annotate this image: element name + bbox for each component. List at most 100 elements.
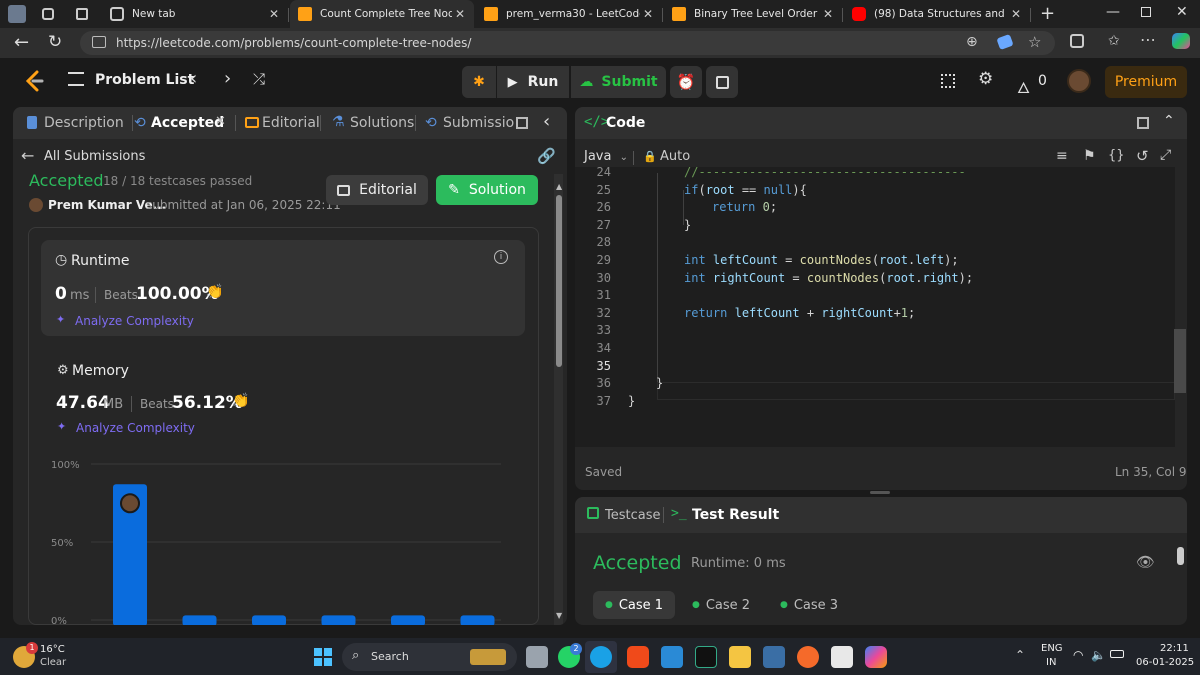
close-icon[interactable]: ✕ [640, 7, 656, 21]
timer-button[interactable]: ⏰ [670, 66, 702, 98]
favorites-icon[interactable]: ✩ [1108, 33, 1120, 49]
workspaces-icon[interactable] [42, 8, 54, 20]
close-icon[interactable]: ✕ [452, 7, 468, 21]
code-line[interactable]: 24 //------------------------------------… [575, 163, 1175, 181]
chart-bar[interactable] [460, 615, 495, 625]
url-field[interactable]: https://leetcode.com/problems/count-comp… [80, 31, 1055, 55]
minimize-icon[interactable]: — [1106, 4, 1120, 20]
task-view-icon[interactable] [526, 646, 548, 668]
code-line[interactable]: 33 [575, 321, 1175, 339]
refresh-icon[interactable]: ↻ [48, 32, 62, 52]
share-link-icon[interactable]: 🔗 [537, 147, 556, 165]
tray-chevron-icon[interactable]: ⌃ [1015, 648, 1025, 662]
language-indicator[interactable]: ENG [1041, 643, 1063, 654]
remote-desktop-icon[interactable] [763, 646, 785, 668]
premium-button[interactable]: Premium [1105, 66, 1187, 98]
code-line[interactable]: 34 [575, 339, 1175, 357]
maximize-icon[interactable] [516, 117, 528, 129]
collapse-icon[interactable]: ‹ [543, 111, 550, 132]
prev-problem-icon[interactable]: ‹ [190, 68, 197, 89]
copilot-icon[interactable] [1172, 33, 1190, 49]
submit-button[interactable]: ☁ Submit [571, 66, 666, 98]
all-submissions-link[interactable]: All Submissions [44, 149, 145, 164]
wifi-icon[interactable]: ◠ [1073, 648, 1083, 662]
new-tab-plus-icon[interactable]: + [1040, 3, 1055, 24]
info-icon[interactable]: i [494, 250, 508, 264]
debug-button[interactable]: ✱ [462, 66, 496, 98]
back-icon[interactable]: ← [14, 32, 29, 53]
close-icon[interactable]: ✕ [1008, 7, 1024, 21]
tab-actions-icon[interactable] [76, 8, 88, 20]
tab-test-result[interactable]: Test Result [692, 507, 779, 523]
next-problem-icon[interactable]: › [224, 68, 231, 89]
case-3-button[interactable]: ● Case 3 [773, 591, 845, 619]
streak-flame-icon[interactable]: 🜂 [1017, 71, 1030, 102]
code-line[interactable]: 37} [575, 392, 1175, 410]
code-line[interactable]: 32 return leftCount + rightCount+1; [575, 304, 1175, 322]
left-scrollbar-thumb[interactable] [556, 195, 562, 367]
windows-start-icon[interactable] [314, 648, 332, 666]
edge-icon[interactable] [590, 646, 612, 668]
editorial-button[interactable]: Editorial [326, 175, 428, 205]
code-line[interactable]: 29 int leftCount = countNodes(root.left); [575, 251, 1175, 269]
code-line[interactable]: 35 [575, 357, 1175, 375]
close-icon[interactable]: ✕ [820, 7, 836, 21]
copilot-app-icon[interactable] [865, 646, 887, 668]
tab-binary-tree-level-order[interactable]: Binary Tree Level Order Traversal ✕ [664, 0, 842, 28]
brave-icon[interactable] [627, 646, 649, 668]
auto-mode-label[interactable]: Auto [660, 149, 690, 164]
user-avatar[interactable] [1067, 69, 1091, 93]
restore-icon[interactable] [1141, 7, 1151, 17]
file-explorer-icon[interactable] [729, 646, 751, 668]
battery-icon[interactable] [1110, 650, 1124, 658]
case-2-button[interactable]: ● Case 2 [685, 591, 757, 619]
fullscreen-icon[interactable]: ⤢ [1160, 147, 1171, 163]
code-scrollbar-thumb[interactable] [1174, 329, 1186, 393]
analyze-memory-link[interactable]: Analyze Complexity [76, 421, 195, 435]
maximize-icon[interactable] [1137, 117, 1149, 129]
code-editor[interactable]: 24 //------------------------------------… [575, 165, 1175, 447]
more-menu-icon[interactable]: ⋯ [1140, 30, 1156, 49]
settings-gear-icon[interactable]: ⚙ [978, 69, 993, 89]
chart-bar[interactable] [252, 615, 286, 625]
panel-resize-handle[interactable] [870, 491, 890, 494]
profile-avatar[interactable] [8, 5, 26, 23]
notes-button[interactable] [706, 66, 738, 98]
code-line[interactable]: 30 int rightCount = countNodes(root.right… [575, 269, 1175, 287]
solution-button[interactable]: ✎ Solution [436, 175, 538, 205]
shuffle-icon[interactable]: ⤮ [253, 70, 265, 88]
runtime-box[interactable]: ◷ Runtime i 0 ms Beats 100.00% 👏 ✦ Analy… [41, 240, 525, 336]
site-info-icon[interactable] [92, 36, 106, 48]
braces-icon[interactable]: {} [1108, 148, 1125, 163]
eye-icon[interactable]: 👁 [1136, 553, 1155, 571]
code-line[interactable]: 27} [575, 216, 1175, 234]
tab-editorial[interactable]: Editorial [262, 115, 320, 131]
collapse-up-icon[interactable]: ⌃ [1163, 113, 1175, 129]
code-line[interactable]: 26 return 0; [575, 198, 1175, 216]
window-close-icon[interactable]: ✕ [1176, 4, 1188, 20]
case-1-button[interactable]: ● Case 1 [593, 591, 675, 619]
tab-submissions[interactable]: Submissio [443, 115, 514, 131]
tab-youtube[interactable]: (98) Data Structures and Algorithms ✕ [844, 0, 1030, 28]
tab-leetcode-profile[interactable]: prem_verma30 - LeetCode Profile ✕ [476, 0, 662, 28]
postman-icon[interactable] [797, 646, 819, 668]
tab-new-tab[interactable]: New tab ✕ [102, 0, 288, 28]
leetcode-logo-icon[interactable] [24, 70, 44, 92]
close-tab-icon[interactable]: ✕ [215, 114, 226, 129]
language-select[interactable]: Java ⌄ [584, 149, 628, 164]
results-scrollbar-thumb[interactable] [1177, 547, 1184, 565]
tab-accepted[interactable]: Accepted [151, 115, 224, 131]
run-button[interactable]: ▶ Run [497, 66, 569, 98]
tab-solutions[interactable]: Solutions [350, 115, 414, 131]
close-icon[interactable]: ✕ [266, 7, 282, 21]
extensions-icon[interactable] [1070, 34, 1084, 48]
favorite-star-icon[interactable]: ☆ [1028, 33, 1041, 51]
problem-list-link[interactable]: Problem List [95, 72, 194, 88]
back-arrow-icon[interactable]: ← [21, 146, 34, 165]
bookmark-icon[interactable]: ⚑ [1083, 148, 1096, 164]
tab-count-complete-tree-nodes[interactable]: Count Complete Tree Nodes - LeetCode ✕ [290, 0, 474, 28]
code-line[interactable]: 25 if(root == null){ [575, 181, 1175, 199]
format-icon[interactable]: ≡ [1056, 148, 1068, 164]
store-icon[interactable] [831, 646, 853, 668]
clock-time[interactable]: 22:11 [1160, 643, 1189, 654]
